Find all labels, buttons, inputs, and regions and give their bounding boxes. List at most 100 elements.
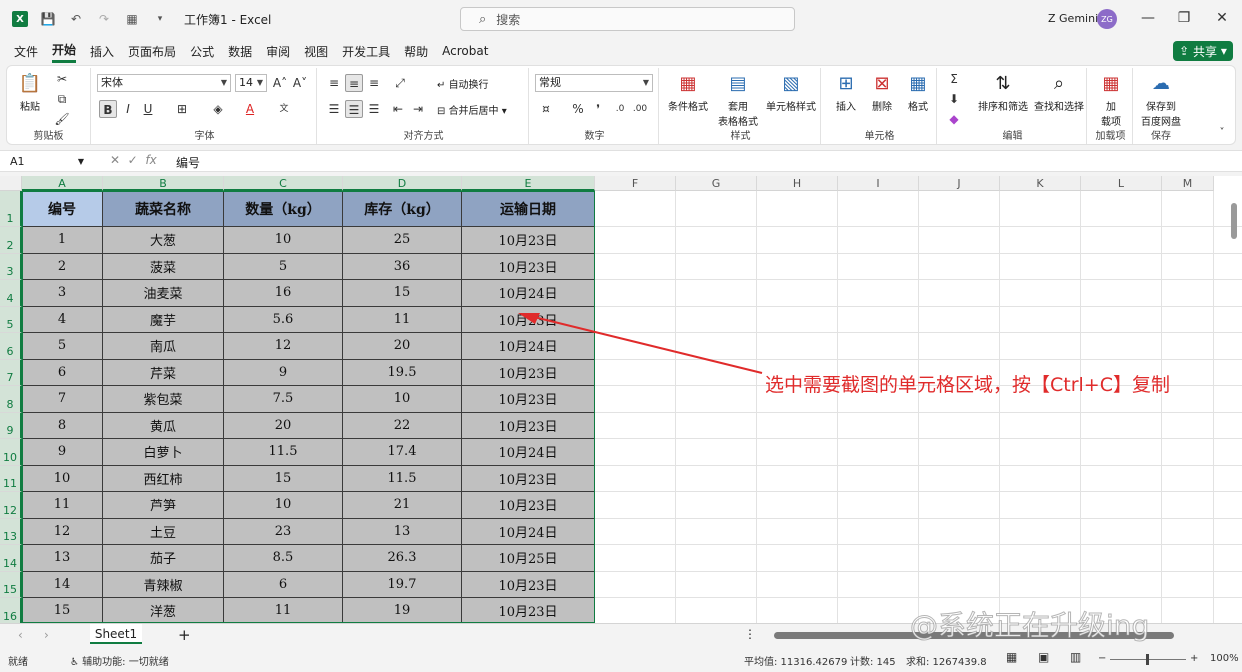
font-color-icon[interactable]: A	[241, 100, 259, 118]
align-top-icon[interactable]: ≡	[325, 74, 343, 92]
table-cell[interactable]: 10	[224, 492, 343, 519]
search-input[interactable]: ⌕ 搜索	[460, 7, 795, 31]
name-box[interactable]: A1 ▼	[6, 153, 88, 170]
increase-font-icon[interactable]: A˄	[271, 74, 289, 92]
table-cell[interactable]: 西红柿	[103, 465, 224, 492]
table-cell[interactable]: 6	[224, 571, 343, 598]
user-name[interactable]: Z Gemini	[1048, 12, 1098, 25]
table-cell[interactable]: 11.5	[343, 465, 462, 492]
table-cell[interactable]: 10月24日	[462, 280, 595, 307]
table-cell[interactable]: 3	[22, 280, 103, 307]
tab-6[interactable]: 审阅	[266, 41, 290, 62]
table-cell[interactable]: 25	[343, 227, 462, 254]
row-header-4[interactable]: 4	[0, 280, 22, 307]
table-cell[interactable]: 36	[343, 253, 462, 280]
zoom-out-icon[interactable]: −	[1098, 653, 1106, 664]
zoom-level[interactable]: 100%	[1210, 653, 1239, 664]
table-cell[interactable]: 21	[343, 492, 462, 519]
tab-5[interactable]: 数据	[228, 41, 252, 62]
table-cell[interactable]: 10月23日	[462, 386, 595, 413]
table-cell[interactable]: 15	[224, 465, 343, 492]
table-cell[interactable]: 11	[224, 598, 343, 623]
column-header-F[interactable]: F	[595, 176, 676, 191]
row-header-14[interactable]: 14	[0, 545, 22, 572]
formula-icons[interactable]: ✕ ✓ fx	[110, 153, 157, 167]
table-cell[interactable]: 20	[224, 412, 343, 439]
tab-10[interactable]: Acrobat	[442, 42, 488, 60]
increase-indent-icon[interactable]: ⇥	[409, 100, 427, 118]
more-options-icon[interactable]: ⋮	[744, 627, 756, 641]
table-cell[interactable]: 10月23日	[462, 598, 595, 623]
cut-icon[interactable]: ✂	[53, 70, 71, 88]
column-header-I[interactable]: I	[838, 176, 919, 191]
addins-button[interactable]: ▦ 加载项	[1093, 72, 1129, 128]
table-cell[interactable]: 11.5	[224, 439, 343, 466]
column-header-A[interactable]: A	[22, 176, 103, 191]
align-center-icon[interactable]: ☰	[345, 100, 363, 118]
table-cell[interactable]: 10月23日	[462, 359, 595, 386]
table-cell[interactable]: 10月23日	[462, 253, 595, 280]
customize-toolbar-icon[interactable]: ▾	[152, 11, 168, 27]
table-header-cell[interactable]: 蔬菜名称	[103, 191, 224, 227]
vertical-scrollbar[interactable]	[1229, 191, 1239, 623]
table-cell[interactable]: 茄子	[103, 545, 224, 572]
column-header-E[interactable]: E	[462, 176, 595, 191]
table-cell[interactable]: 黄瓜	[103, 412, 224, 439]
tab-9[interactable]: 帮助	[404, 41, 428, 62]
spreadsheet-grid[interactable]: A B C D E F G H I J K L M 1 2 3 4 5 6 7 8 9 10 11 12 13 14 15 16 编号 蔬菜…	[0, 176, 1242, 623]
row-header-13[interactable]: 13	[0, 518, 22, 545]
align-bottom-icon[interactable]: ≡	[365, 74, 383, 92]
format-as-table-button[interactable]: ▤ 套用 表格格式	[713, 72, 763, 128]
collapse-ribbon-icon[interactable]: ˅	[1213, 124, 1231, 142]
underline-button[interactable]: U	[139, 100, 157, 118]
orientation-icon[interactable]: ⤢	[391, 74, 409, 92]
table-cell[interactable]: 11	[22, 492, 103, 519]
wrap-text-button[interactable]: ↵ 自动换行	[437, 76, 489, 91]
table-cell[interactable]: 6	[22, 359, 103, 386]
table-cell[interactable]: 白萝卜	[103, 439, 224, 466]
table-cell[interactable]: 洋葱	[103, 598, 224, 623]
column-header-G[interactable]: G	[676, 176, 757, 191]
align-left-icon[interactable]: ☰	[325, 100, 343, 118]
row-header-10[interactable]: 10	[0, 439, 22, 466]
save-baidu-button[interactable]: ☁ 保存到 百度网盘	[1137, 72, 1185, 128]
italic-button[interactable]: I	[119, 100, 137, 118]
table-cell[interactable]: 10月23日	[462, 227, 595, 254]
tab-2[interactable]: 插入	[90, 41, 114, 62]
align-middle-icon[interactable]: ≡	[345, 74, 363, 92]
table-cell[interactable]: 10月24日	[462, 439, 595, 466]
table-cell[interactable]: 5	[22, 333, 103, 360]
table-cell[interactable]: 14	[22, 571, 103, 598]
font-family-select[interactable]: 宋体 ▼	[97, 74, 231, 92]
page-layout-icon[interactable]: ▣	[1038, 650, 1049, 664]
currency-icon[interactable]: ¤	[537, 100, 555, 118]
tab-3[interactable]: 页面布局	[128, 41, 176, 62]
column-header-H[interactable]: H	[757, 176, 838, 191]
table-cell[interactable]: 紫包菜	[103, 386, 224, 413]
row-header-2[interactable]: 2	[0, 227, 22, 254]
delete-cells-button[interactable]: ⊠ 删除	[865, 72, 899, 113]
comma-icon[interactable]: ❜	[589, 100, 607, 118]
table-cell[interactable]: 南瓜	[103, 333, 224, 360]
table-cell[interactable]: 2	[22, 253, 103, 280]
tab-1[interactable]: 开始	[52, 39, 77, 63]
phonetic-icon[interactable]: 文	[275, 100, 293, 118]
row-header-12[interactable]: 12	[0, 492, 22, 519]
table-cell[interactable]: 9	[22, 439, 103, 466]
table-cell[interactable]: 16	[224, 280, 343, 307]
align-right-icon[interactable]: ☰	[365, 100, 383, 118]
decrease-decimal-icon[interactable]: .00	[631, 100, 649, 118]
table-cell[interactable]: 8	[22, 412, 103, 439]
percent-icon[interactable]: %	[569, 100, 587, 118]
table-cell[interactable]: 10月25日	[462, 545, 595, 572]
select-all-corner[interactable]	[0, 176, 22, 191]
table-cell[interactable]: 11	[343, 306, 462, 333]
next-sheet-icon[interactable]: ›	[44, 628, 49, 642]
tab-4[interactable]: 公式	[190, 41, 214, 62]
table-header-cell[interactable]: 库存（kg）	[343, 191, 462, 227]
zoom-slider-thumb[interactable]	[1146, 654, 1149, 665]
share-button[interactable]: ⇪ 共享 ▾	[1173, 41, 1233, 61]
column-header-J[interactable]: J	[919, 176, 1000, 191]
table-cell[interactable]: 4	[22, 306, 103, 333]
table-cell[interactable]: 10月23日	[462, 492, 595, 519]
